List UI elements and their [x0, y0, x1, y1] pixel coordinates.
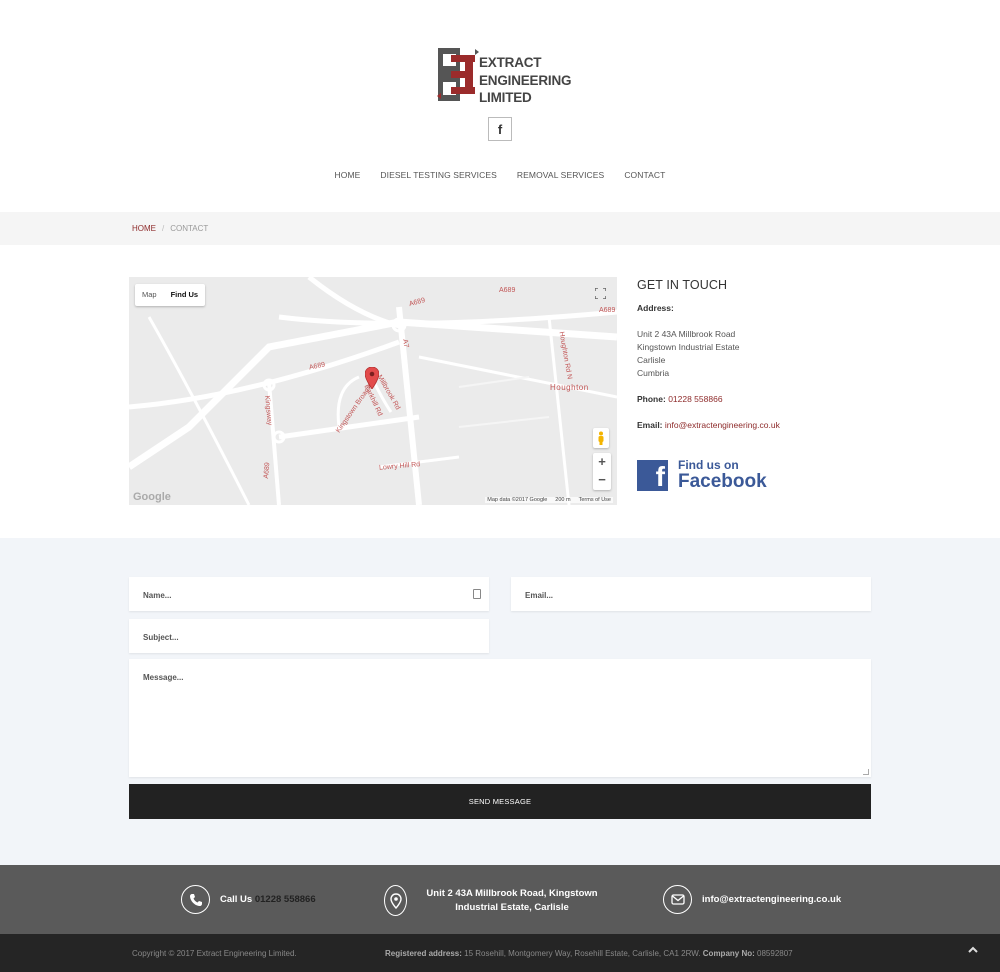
footer-call-text: Call Us 01228 558866 — [220, 894, 316, 905]
address-line: Unit 2 43A Millbrook Road — [637, 329, 736, 339]
email-input[interactable]: Email... — [511, 577, 871, 611]
resize-handle-icon[interactable] — [863, 769, 869, 775]
address-line: Carlisle — [637, 355, 666, 365]
back-to-top-icon[interactable] — [968, 945, 978, 956]
logo-text: EXTRACT ENGINEERING LIMITED — [479, 54, 572, 107]
nav-diesel-testing[interactable]: DIESEL TESTING SERVICES — [370, 170, 506, 180]
contact-form-section: Name... Email... Subject... Message... S… — [0, 538, 1000, 865]
phone-icon — [181, 885, 210, 914]
breadcrumb-home[interactable]: HOME — [132, 224, 156, 233]
location-pin-icon — [384, 885, 407, 916]
site-logo[interactable]: EXTRACT ENGINEERING LIMITED — [437, 46, 572, 105]
address-label-row: Address: — [637, 302, 887, 315]
phone-label: Phone: — [637, 394, 666, 404]
footer-address-line-1: Unit 2 43A Millbrook Road, Kingstown — [426, 887, 598, 899]
footer-call: Call Us 01228 558866 — [181, 885, 316, 914]
map-label-a689: A689 — [499, 287, 516, 294]
footer-email: info@extractengineering.co.uk — [663, 885, 841, 914]
map-label-a689: A689 — [599, 307, 616, 314]
facebook-banner-text: Find us on Facebook — [678, 459, 767, 492]
company-no-label: Company No: — [702, 949, 755, 958]
nav-removal-services[interactable]: REMOVAL SERVICES — [507, 170, 614, 180]
message-textarea[interactable]: Message... — [129, 659, 871, 777]
address-block: Unit 2 43A Millbrook Road Kingstown Indu… — [637, 328, 887, 380]
address-line: Cumbria — [637, 368, 670, 378]
reg-label: Registered address: — [385, 949, 462, 958]
footer-email-link[interactable]: info@extractengineering.co.uk — [702, 894, 841, 905]
facebook-icon[interactable]: f — [488, 117, 512, 141]
logo-line-3: LIMITED — [479, 90, 532, 105]
map-data-credit: Map data ©2017 Google — [487, 497, 548, 503]
message-placeholder: Message... — [143, 673, 184, 682]
email-link[interactable]: info@extractengineering.co.uk — [665, 420, 780, 430]
email-placeholder: Email... — [525, 591, 554, 600]
phone-row: Phone: 01228 558866 — [637, 393, 887, 406]
footer-contact-bar: Call Us 01228 558866 Unit 2 43A Millbroo… — [0, 865, 1000, 934]
subject-input[interactable]: Subject... — [129, 619, 489, 653]
google-logo: Google — [133, 491, 171, 503]
contact-card-icon — [473, 589, 481, 599]
map-type-toggle: Map Find Us — [135, 284, 206, 306]
zoom-in-button[interactable]: + — [593, 453, 611, 471]
address-label: Address: — [637, 303, 674, 313]
breadcrumb-bar: HOME / CONTACT — [0, 212, 1000, 245]
email-row: Email: info@extractengineering.co.uk — [637, 419, 887, 432]
send-message-button[interactable]: SEND MESSAGE — [129, 784, 871, 819]
logo-mark-icon — [437, 48, 479, 101]
get-in-touch-title: GET IN TOUCH — [637, 278, 728, 292]
google-map[interactable]: A689 A689 A689 A689 A689 A7 Houghton Hou… — [129, 277, 617, 505]
facebook-wordmark: Facebook — [678, 471, 767, 492]
facebook-logo-glyph: f — [655, 461, 665, 491]
breadcrumb-separator: / — [162, 224, 165, 233]
contact-info: GET IN TOUCH Address: Unit 2 43A Millbro… — [637, 277, 887, 492]
map-footer: Map data ©2017 Google 200 m Terms of Use — [485, 497, 613, 503]
map-terms-link[interactable]: Terms of Use — [579, 497, 611, 503]
breadcrumb: HOME / CONTACT — [132, 224, 208, 233]
map-label-a7: A7 — [401, 338, 410, 349]
main-nav: HOME DIESEL TESTING SERVICES REMOVAL SER… — [0, 170, 1000, 180]
call-us-label: Call Us — [220, 894, 253, 905]
map-scale: 200 m — [555, 497, 571, 503]
map-type-findus[interactable]: Find Us — [164, 284, 206, 306]
footer-bottom: Copyright © 2017 Extract Engineering Lim… — [0, 934, 1000, 972]
map-roads — [129, 277, 617, 505]
facebook-logo-icon: f — [637, 460, 668, 491]
envelope-icon — [663, 885, 692, 914]
address-line: Kingstown Industrial Estate — [637, 342, 740, 352]
footer-address-line-2: Industrial Estate, Carlisle — [455, 901, 569, 913]
copyright-text: Copyright © 2017 Extract Engineering Lim… — [132, 949, 297, 958]
map-label-a689: A689 — [262, 462, 272, 479]
name-input[interactable]: Name... — [129, 577, 489, 611]
email-label: Email: — [637, 420, 663, 430]
reg-address: 15 Rosehill, Montgomery Way, Rosehill Es… — [464, 949, 701, 958]
footer-address-text: Unit 2 43A Millbrook Road, Kingstown Ind… — [417, 887, 607, 915]
map-label-houghton: Houghton — [550, 383, 589, 392]
logo-line-1: EXTRACT — [479, 55, 542, 70]
logo-line-2: ENGINEERING — [479, 72, 572, 88]
zoom-out-button[interactable]: − — [593, 471, 611, 489]
footer-phone-link[interactable]: 01228 558866 — [255, 894, 316, 905]
footer-address: Unit 2 43A Millbrook Road, Kingstown Ind… — [384, 885, 607, 916]
subject-placeholder: Subject... — [143, 633, 179, 642]
zoom-controls: + − — [593, 453, 611, 490]
site-header: EXTRACT ENGINEERING LIMITED f HOME DIESE… — [0, 0, 1000, 212]
name-placeholder: Name... — [143, 591, 172, 600]
phone-link[interactable]: 01228 558866 — [668, 394, 722, 404]
facebook-banner[interactable]: f Find us on Facebook — [637, 459, 772, 492]
company-no: 08592807 — [757, 949, 793, 958]
facebook-glyph: f — [497, 121, 503, 137]
fullscreen-icon[interactable] — [591, 284, 609, 302]
pegman-icon[interactable] — [593, 428, 609, 448]
map-pin-icon[interactable] — [365, 367, 379, 389]
nav-home[interactable]: HOME — [325, 170, 371, 180]
registered-address: Registered address: 15 Rosehill, Montgom… — [385, 949, 793, 958]
map-type-map[interactable]: Map — [135, 284, 164, 306]
breadcrumb-current: CONTACT — [170, 224, 209, 233]
nav-contact[interactable]: CONTACT — [614, 170, 675, 180]
